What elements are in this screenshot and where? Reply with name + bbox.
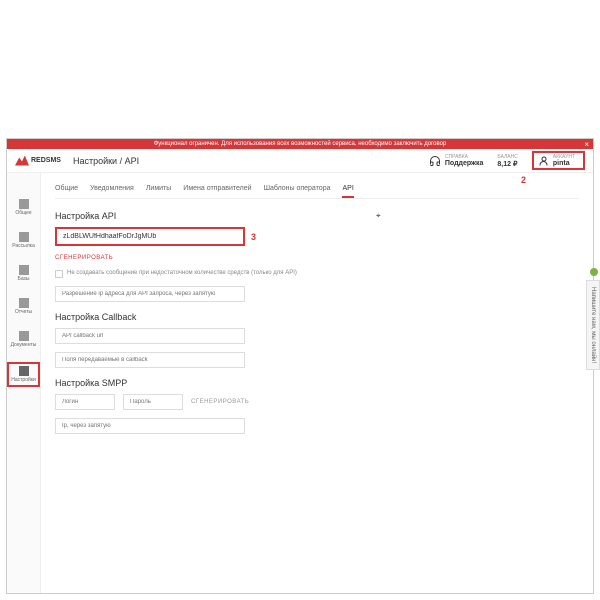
balance-value: 8,12 ₽	[497, 160, 517, 168]
smpp-section-title: Настройка SMPP	[55, 378, 579, 388]
chart-icon	[19, 298, 29, 308]
online-dot-icon	[590, 268, 598, 276]
smpp-login-input[interactable]	[55, 394, 115, 410]
close-icon[interactable]: ×	[584, 140, 589, 149]
sidebar-item-settings[interactable]: Настройки	[7, 362, 40, 387]
tab-api[interactable]: API	[342, 181, 353, 198]
tab-sender-names[interactable]: Имена отправителей	[183, 181, 251, 198]
chat-tab[interactable]: Напишите нам, мы онлайн!	[586, 280, 600, 370]
callback-fields-input[interactable]	[55, 352, 245, 368]
logo[interactable]: REDSMS	[15, 156, 61, 166]
callback-section-title: Настройка Callback	[55, 312, 579, 322]
tab-notifications[interactable]: Уведомления	[90, 181, 134, 198]
generate-api-key-button[interactable]: СГЕНЕРИРОВАТЬ	[55, 255, 113, 261]
doc-icon	[19, 331, 29, 341]
cursor-icon: ⌖	[376, 211, 381, 221]
callback-url-input[interactable]	[55, 328, 245, 344]
api-key-input[interactable]	[55, 227, 245, 246]
api-section-title: Настройка API	[55, 211, 579, 221]
alert-bar: Функционал ограничен. Для использования …	[7, 139, 593, 149]
sidebar-item-documents[interactable]: Документы	[7, 329, 40, 350]
annotation-3: 3	[251, 232, 256, 242]
header-account[interactable]: АККАУНТ pinta	[532, 151, 585, 170]
database-icon	[19, 265, 29, 275]
tab-operator-templates[interactable]: Шаблоны оператора	[264, 181, 331, 198]
send-icon	[19, 232, 29, 242]
gear-icon	[19, 366, 29, 376]
tab-general[interactable]: Общие	[55, 181, 78, 198]
header-support[interactable]: СПРАВКА Поддержка	[429, 154, 484, 167]
tabs: Общие Уведомления Лимиты Имена отправите…	[55, 181, 579, 199]
no-create-label: Не создавать сообщение при недостаточном…	[67, 270, 297, 276]
top-header: REDSMS Настройки / API СПРАВКА Поддержка…	[7, 149, 593, 173]
account-value: pinta	[553, 160, 575, 167]
logo-icon	[15, 156, 29, 166]
content: Общие Уведомления Лимиты Имена отправите…	[41, 173, 593, 594]
header-balance: БАЛАНС 8,12 ₽	[497, 154, 517, 168]
annotation-2: 2	[521, 175, 526, 185]
sidebar-item-bases[interactable]: Базы	[7, 263, 40, 284]
smpp-ip-input[interactable]	[55, 418, 245, 434]
alert-text: Функционал ограничен. Для использования …	[154, 141, 447, 147]
grid-icon	[19, 199, 29, 209]
generate-smpp-button[interactable]: СГЕНЕРИРОВАТЬ	[191, 399, 249, 405]
balance-label: БАЛАНС	[497, 154, 517, 160]
headset-icon	[429, 155, 441, 167]
support-value: Поддержка	[445, 160, 484, 167]
no-create-checkbox[interactable]	[55, 270, 63, 278]
sidebar-item-reports[interactable]: Отчеты	[7, 296, 40, 317]
allowed-ip-input[interactable]	[55, 286, 245, 302]
user-icon	[538, 155, 550, 167]
tab-limits[interactable]: Лимиты	[146, 181, 171, 198]
sidebar-item-broadcast[interactable]: Рассылка	[7, 230, 40, 251]
sidebar-item-general[interactable]: Общее	[7, 197, 40, 218]
smpp-password-input[interactable]	[123, 394, 183, 410]
logo-text: REDSMS	[31, 157, 61, 164]
sidebar: Общее Рассылка Базы Отчеты Документы Нас…	[7, 173, 41, 594]
breadcrumb: Настройки / API	[73, 156, 139, 166]
